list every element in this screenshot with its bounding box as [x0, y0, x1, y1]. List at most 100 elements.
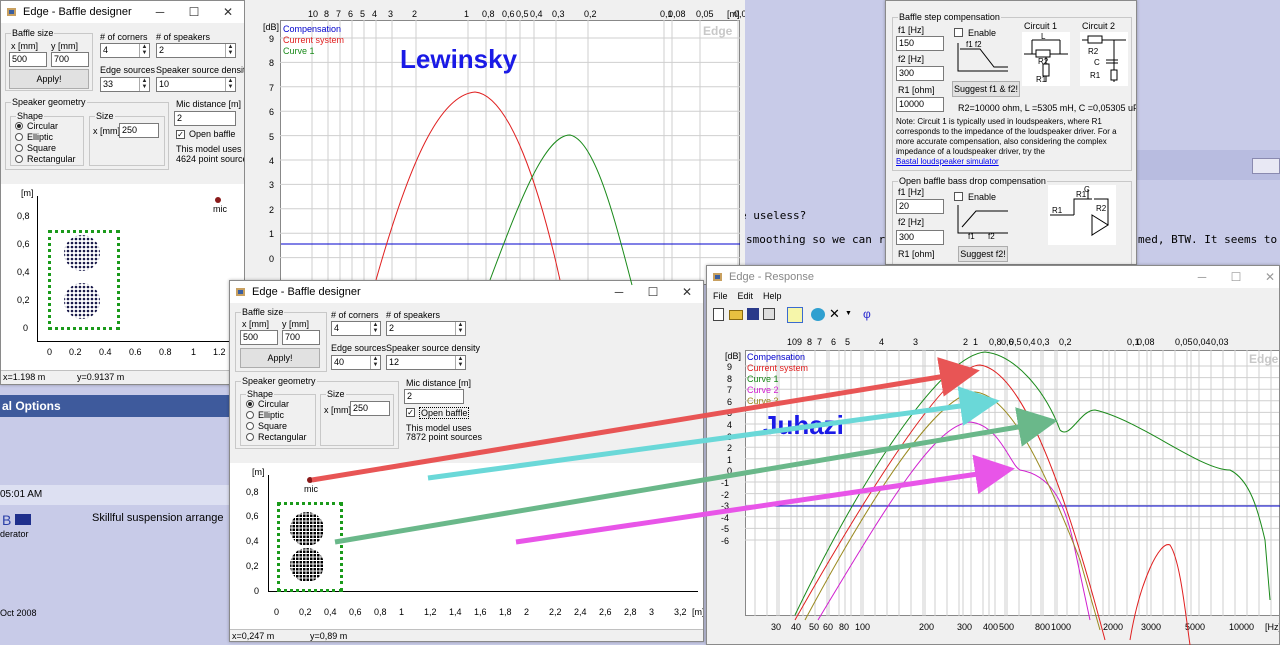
mic-distance-label: Mic distance [m] [406, 378, 472, 388]
sphere-icon[interactable] [811, 308, 825, 321]
enable-checkbox[interactable] [954, 28, 963, 37]
baffle-x-input[interactable]: 500 [9, 52, 47, 67]
mic-distance-input[interactable]: 2 [174, 111, 236, 126]
radio-rectangular[interactable] [246, 433, 254, 441]
mic-marker-icon[interactable] [307, 477, 313, 483]
radio-label: Rectangular [27, 154, 76, 164]
baffle-y-input[interactable]: 700 [51, 52, 89, 67]
spin-arrows-icon[interactable]: ▲ ▼ [139, 78, 149, 91]
spin-arrows-icon[interactable]: ▲ ▼ [455, 356, 465, 369]
close-icon[interactable]: ✕ [1253, 266, 1279, 288]
suggest-f1-f2-button[interactable]: Suggest f1 & f2! [952, 81, 1020, 97]
y-tick: 7 [727, 385, 733, 396]
mic-distance-input[interactable]: 2 [404, 389, 464, 404]
app-icon [7, 8, 16, 16]
radio-elliptic[interactable] [246, 411, 254, 419]
maximize-icon[interactable]: ☐ [636, 281, 670, 303]
speaker-driver-1[interactable] [289, 511, 325, 547]
y-tick: 5 [269, 131, 275, 142]
baffle-designer-window-2: Edge - Baffle designer ─ ☐ ✕ Baffle size… [229, 280, 704, 642]
speakers-spinner[interactable]: 2 ▲ ▼ [156, 43, 236, 58]
x-tick: 400 [983, 622, 999, 632]
open-baffle-checkbox[interactable]: ✓ [406, 408, 415, 417]
radio-square[interactable] [15, 144, 23, 152]
delete-icon[interactable]: ✕ [829, 306, 840, 322]
speaker-driver-2[interactable] [289, 547, 325, 583]
x-tick: 80 [839, 622, 850, 632]
ob-f1-input[interactable]: 20 [896, 199, 944, 214]
new-file-icon[interactable] [713, 308, 724, 321]
menu-help[interactable]: Help [763, 291, 782, 301]
minimize-icon[interactable]: ─ [602, 281, 636, 303]
maximize-icon[interactable]: ☐ [177, 1, 211, 23]
r1-input[interactable]: 10000 [896, 97, 944, 112]
radio-square[interactable] [246, 422, 254, 430]
radio-elliptic[interactable] [15, 133, 23, 141]
top-tick: 0,5 [1009, 337, 1022, 347]
speakers-spinner[interactable]: 2 ▲ ▼ [386, 321, 466, 336]
bastal-link[interactable]: Bastal loudspeaker simulator [896, 157, 999, 166]
ob-enable-checkbox[interactable] [954, 192, 963, 201]
legend-curve3: Curve 3 [747, 396, 779, 406]
spin-arrows-icon[interactable]: ▲ ▼ [225, 78, 235, 91]
save-icon[interactable] [747, 308, 759, 320]
speaker-driver-1[interactable] [62, 233, 102, 273]
edge-sources-spinner[interactable]: 33 ▲ ▼ [100, 77, 150, 92]
top-tick: 0,03 [1211, 337, 1229, 347]
top-tick: 3 [913, 337, 919, 347]
edge-value: 40 [334, 357, 345, 367]
y-tick: 4 [727, 420, 733, 430]
f2-input[interactable]: 300 [896, 66, 944, 81]
radio-circular[interactable] [15, 122, 23, 130]
y-label: y [mm] [51, 41, 78, 51]
svg-text:R1: R1 [1090, 71, 1101, 80]
baffle-y-input[interactable]: 700 [282, 330, 320, 345]
y-tick: 0,6 [246, 511, 259, 521]
spin-arrows-icon[interactable]: ▲ ▼ [370, 322, 380, 335]
open-baffle-checkbox[interactable]: ✓ [176, 130, 185, 139]
speaker-driver-2[interactable] [62, 281, 102, 321]
density-spinner[interactable]: 10 ▲ ▼ [156, 77, 236, 92]
spin-arrows-icon[interactable]: ▲ ▼ [370, 356, 380, 369]
spin-arrows-icon[interactable]: ▲ ▼ [225, 44, 235, 57]
suggest-f2-button[interactable]: Suggest f2! [958, 246, 1008, 262]
size-x-input[interactable]: 250 [350, 401, 390, 416]
x-tick: 5000 [1185, 622, 1206, 632]
close-icon[interactable]: ✕ [211, 1, 244, 23]
corners-spinner[interactable]: 4 ▲ ▼ [100, 43, 150, 58]
copy-icon[interactable] [763, 308, 775, 320]
apply-button[interactable]: Apply! [9, 69, 89, 89]
close-icon[interactable]: ✕ [670, 281, 703, 303]
group-label: Speaker geometry [241, 376, 317, 386]
density-spinner[interactable]: 12 ▲ ▼ [386, 355, 466, 370]
ob-f1-label: f1 [Hz] [898, 187, 925, 197]
f1-input[interactable]: 150 [896, 36, 944, 51]
user-initial[interactable]: B [2, 512, 11, 528]
radio-rectangular[interactable] [15, 155, 23, 163]
menu-file[interactable]: File [713, 291, 728, 301]
minimize-icon[interactable]: ─ [1185, 266, 1219, 288]
spin-arrows-icon[interactable]: ▲ ▼ [139, 44, 149, 57]
y-tick: -4 [721, 512, 730, 523]
open-folder-icon[interactable] [729, 310, 743, 320]
svg-text:R1: R1 [1076, 190, 1087, 199]
freq-tick: 0,3 [552, 9, 565, 19]
edge-sources-spinner[interactable]: 40 ▲ ▼ [331, 355, 381, 370]
mic-marker-icon[interactable] [215, 197, 221, 203]
baffle-x-input[interactable]: 500 [240, 330, 278, 345]
x-tick: 2 [524, 607, 530, 617]
size-x-input[interactable]: 250 [119, 123, 159, 138]
corners-spinner[interactable]: 4 ▲ ▼ [331, 321, 381, 336]
quote-button[interactable] [1252, 158, 1280, 174]
phase-icon[interactable]: φ [863, 306, 871, 322]
marker-tool-icon[interactable] [787, 307, 803, 323]
radio-circular[interactable] [246, 400, 254, 408]
spin-arrows-icon[interactable]: ▲ ▼ [455, 322, 465, 335]
apply-button[interactable]: Apply! [240, 348, 320, 368]
menu-edit[interactable]: Edit [738, 291, 754, 301]
dropdown-arrow-icon[interactable]: ▼ [845, 310, 852, 317]
x-tick: 0 [47, 347, 53, 357]
maximize-icon[interactable]: ☐ [1219, 266, 1253, 288]
ob-f2-input[interactable]: 300 [896, 230, 944, 245]
minimize-icon[interactable]: ─ [143, 1, 177, 23]
